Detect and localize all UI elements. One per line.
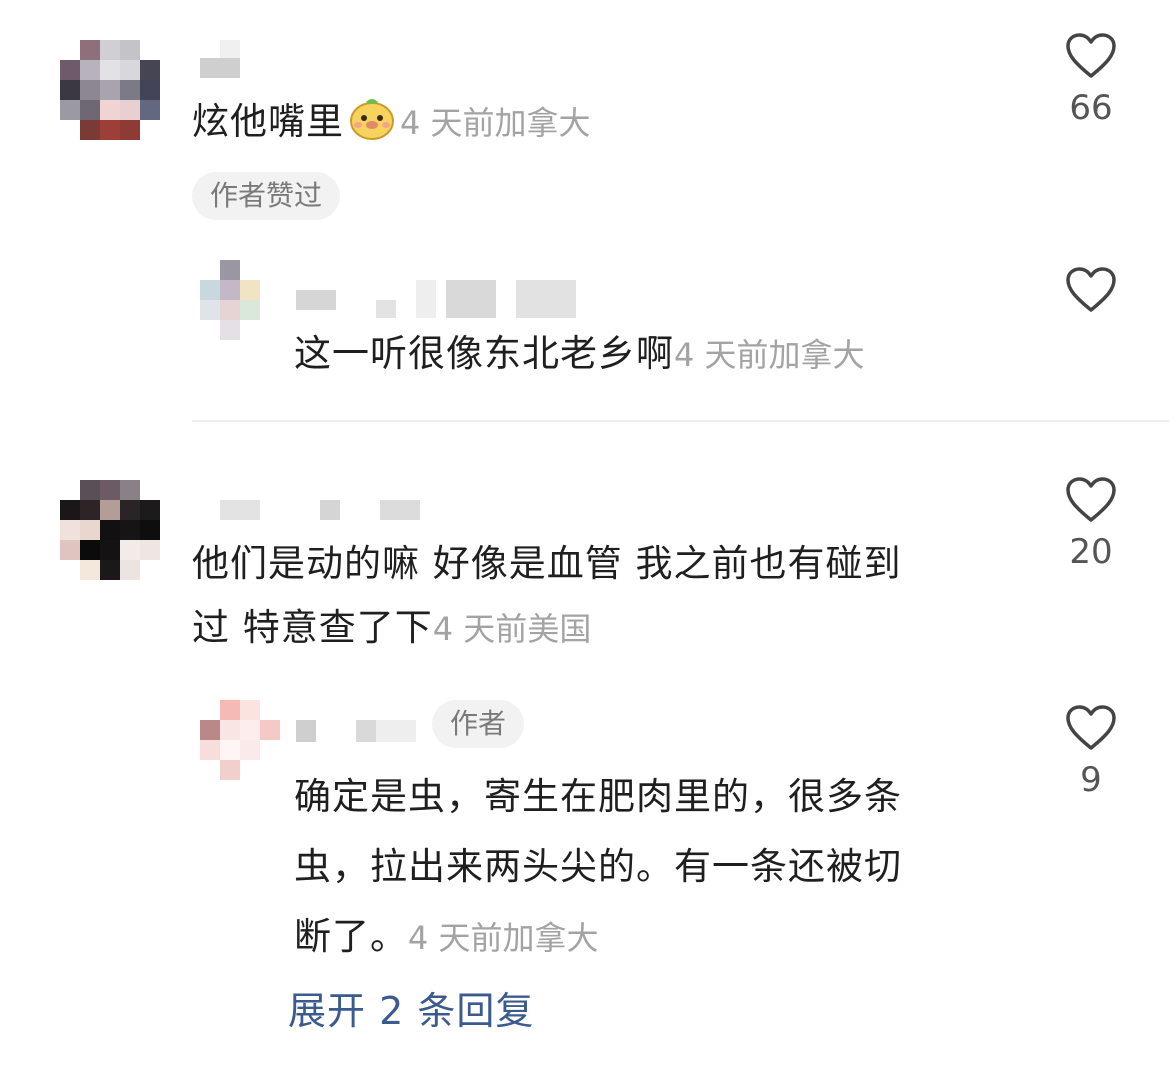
comment-time: 4 天前 <box>432 610 528 648</box>
reply-text: 这一听很像东北老乡啊4 天前加拿大 <box>294 322 865 387</box>
reply-location: 加拿大 <box>502 919 599 957</box>
comment-body: 炫他嘴里 <box>192 100 344 143</box>
reply-body-line2: 虫，拉出来两头尖的。有一条还被切 <box>294 845 902 888</box>
like-count: 9 <box>1080 760 1102 800</box>
comment-location: 美国 <box>527 610 592 648</box>
heart-icon[interactable] <box>1065 266 1117 314</box>
reply-text: 确定是虫，寄生在肥肉里的，很多条 虫，拉出来两头尖的。有一条还被切 断了。4 天… <box>294 762 902 973</box>
username-blurred[interactable] <box>296 280 606 320</box>
avatar[interactable] <box>60 40 160 140</box>
heart-icon[interactable] <box>1065 32 1117 80</box>
like-button[interactable] <box>1021 266 1161 314</box>
username-blurred[interactable] <box>296 716 426 756</box>
username-blurred[interactable] <box>200 490 430 530</box>
like-button[interactable]: 20 <box>1021 476 1161 572</box>
comment-location: 加拿大 <box>494 104 591 142</box>
author-liked-badge: 作者赞过 <box>192 172 341 220</box>
author-tag: 作者 <box>432 700 525 748</box>
avatar[interactable] <box>200 700 280 780</box>
comment-body-line1: 他们是动的嘛 好像是血管 我之前也有碰到 <box>192 542 902 585</box>
reply-location: 加拿大 <box>768 336 865 374</box>
reply-time: 4 天前 <box>674 336 769 374</box>
comment-time: 4 天前 <box>400 104 495 142</box>
comment-text: 炫他嘴里 4 天前加拿大 <box>192 90 591 155</box>
avatar[interactable] <box>200 260 280 340</box>
like-count: 20 <box>1069 532 1113 572</box>
heart-icon[interactable] <box>1065 476 1117 524</box>
like-count: 66 <box>1069 88 1113 128</box>
reply-body: 这一听很像东北老乡啊 <box>294 332 674 375</box>
comment-text: 他们是动的嘛 好像是血管 我之前也有碰到 过 特意查了下4 天前美国 <box>192 532 902 661</box>
comment-body-line2: 过 特意查了下 <box>192 606 433 649</box>
username-blurred[interactable] <box>200 40 260 80</box>
heart-icon[interactable] <box>1065 704 1117 752</box>
reply-body-line3: 断了。 <box>294 915 408 958</box>
reply-time: 4 天前 <box>408 919 503 957</box>
expand-replies-link[interactable]: 展开 2 条回复 <box>288 980 534 1035</box>
reply-body-line1: 确定是虫，寄生在肥肉里的，很多条 <box>294 775 902 818</box>
like-button[interactable]: 9 <box>1021 704 1161 800</box>
like-button[interactable]: 66 <box>1021 32 1161 128</box>
divider <box>192 420 1169 422</box>
avatar[interactable] <box>60 480 160 580</box>
yellow-dog-emoji-icon <box>348 94 396 142</box>
comment-list: 炫他嘴里 4 天前加拿大 作者赞过 66 这一听很像东北老乡啊4 天前加拿大 他… <box>0 0 1169 1071</box>
